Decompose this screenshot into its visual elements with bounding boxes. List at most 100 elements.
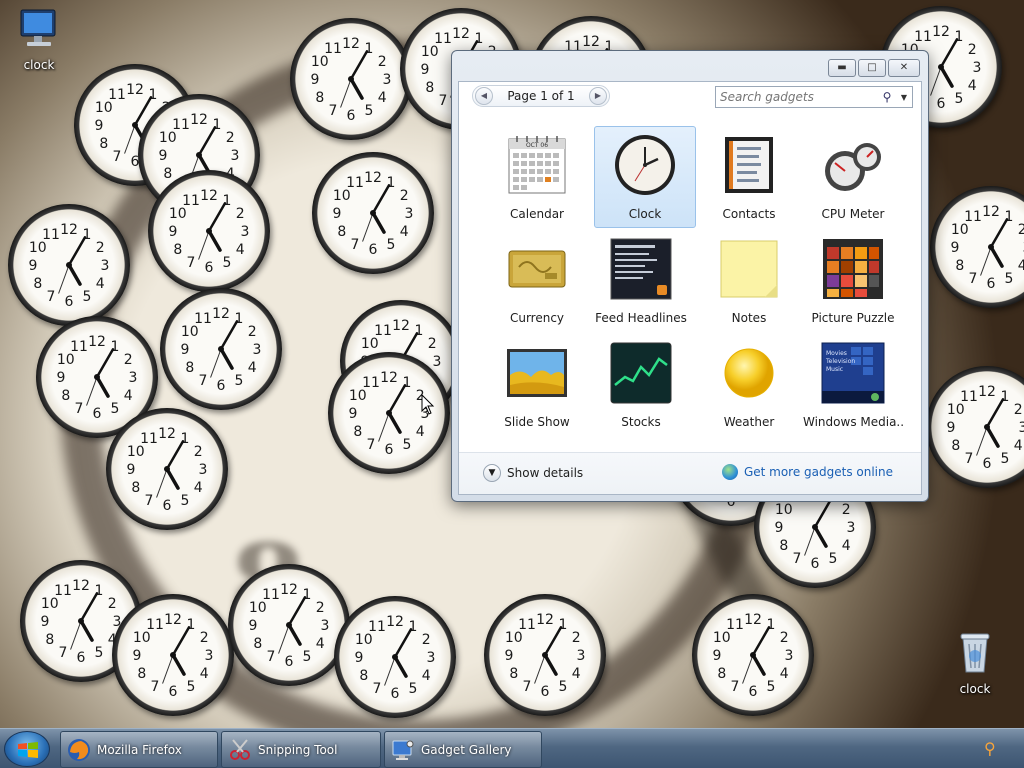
clock-numeral: 2: [400, 188, 409, 204]
clock-numeral: 6: [749, 684, 758, 700]
clock-numeral: 3: [241, 224, 250, 240]
clock-gadget[interactable]: 121234567891011: [8, 204, 130, 326]
start-button[interactable]: [4, 731, 50, 767]
clock-numeral: 12: [190, 112, 208, 128]
taskbar-item-firefox[interactable]: Mozilla Firefox: [60, 731, 218, 768]
clock-gadget[interactable]: 121234567891011: [692, 594, 814, 716]
desktop-icon-computer[interactable]: clock: [4, 8, 74, 72]
clock-gadget[interactable]: 121234567891011: [148, 170, 270, 292]
clock-hand: [95, 375, 110, 398]
clock-numeral: 8: [425, 80, 434, 96]
clock-numeral: 9: [41, 614, 50, 630]
gadget-tile-cpu-meter[interactable]: CPU Meter: [802, 126, 904, 228]
clock-face-icon: 121234567891011: [169, 188, 250, 276]
search-input[interactable]: [716, 90, 878, 104]
clock-gadget[interactable]: 121234567891011: [930, 186, 1024, 308]
clock-gadget[interactable]: 121234567891011: [312, 152, 434, 274]
clock-gadget[interactable]: 121234567891011: [106, 408, 228, 530]
snipping-tool-icon: [230, 738, 250, 760]
gadget-tile-currency[interactable]: Currency: [486, 230, 588, 332]
clock-hand: [393, 628, 413, 659]
clock-numeral: 8: [951, 438, 960, 454]
clock-numeral: 2: [422, 632, 431, 648]
desktop-icon-recycle-bin[interactable]: clock: [940, 630, 1010, 696]
gadget-gallery-icon: [392, 740, 414, 760]
tray-search-icon[interactable]: ⚲: [984, 739, 1004, 759]
clock-numeral: 7: [965, 451, 974, 467]
clock-numeral: 11: [374, 323, 392, 339]
clock-numeral: 6: [77, 650, 86, 666]
gadget-tile-picture-puzzle[interactable]: Picture Puzzle: [802, 230, 904, 332]
clock-numeral: 11: [960, 389, 978, 405]
taskbar: Mozilla Firefox Snipping Tool Gadget Gal…: [0, 728, 1024, 768]
search-box: ⚲ ▼: [715, 86, 913, 108]
chevron-down-icon[interactable]: ▼: [896, 93, 912, 102]
gadget-tile-calendar[interactable]: OCT 06 Calendar: [486, 126, 588, 228]
clock-numeral: 4: [194, 480, 203, 496]
taskbar-item-gadget-gallery[interactable]: Gadget Gallery: [384, 731, 542, 768]
gadget-label: Windows Media...: [803, 415, 903, 429]
clock-gadget[interactable]: 121234567891011: [290, 18, 412, 140]
clock-numeral: 2: [200, 630, 209, 646]
clock-gadget[interactable]: 121234567891011: [484, 594, 606, 716]
contacts-icon: [725, 137, 773, 193]
clock-numeral: 4: [124, 388, 133, 404]
gadget-tile-windows-media[interactable]: Movies Television Music Windows Media...: [802, 334, 904, 436]
clock-numeral: 5: [767, 679, 776, 695]
get-more-gadgets-link[interactable]: Get more gadgets online: [721, 464, 893, 480]
desktop-icon-label: clock: [959, 682, 991, 696]
clock-hand: [79, 592, 99, 623]
gadget-tile-slide-show[interactable]: Slide Show: [486, 334, 588, 436]
search-icon[interactable]: ⚲: [878, 90, 896, 104]
previous-page-button[interactable]: ◀: [475, 87, 493, 105]
firefox-icon: [68, 738, 90, 761]
gadget-label: Slide Show: [504, 415, 570, 429]
gadget-tile-weather[interactable]: Weather: [698, 334, 800, 436]
clock-numeral: 3: [199, 462, 208, 478]
next-page-button[interactable]: ▶: [589, 87, 607, 105]
clock-numeral: 6: [163, 498, 172, 514]
clock-gadget[interactable]: 121234567891011: [334, 596, 456, 718]
gadget-tile-notes[interactable]: Notes: [698, 230, 800, 332]
minimize-button[interactable]: ▬: [828, 59, 856, 77]
taskbar-item-label: Gadget Gallery: [421, 742, 512, 757]
windows-logo-icon: [18, 742, 38, 758]
clock-gadget[interactable]: 121234567891011: [160, 288, 282, 410]
clock-numeral: 9: [29, 258, 38, 274]
clock-center-pin: [94, 374, 100, 380]
gadget-gallery-window[interactable]: ▬ □ ✕ ◀ Page 1 of 1 ▶ ⚲ ▼ OCT 06: [451, 50, 929, 502]
maximize-button[interactable]: □: [858, 59, 886, 77]
clock-numeral: 2: [236, 206, 245, 222]
clock-numeral: 3: [427, 650, 436, 666]
clock-numeral: 4: [780, 666, 789, 682]
clock-numeral: 6: [987, 276, 996, 292]
clock-numeral: 9: [181, 342, 190, 358]
gadget-tile-clock[interactable]: Clock: [594, 126, 696, 228]
clock-gadget[interactable]: 121234567891011: [228, 564, 350, 686]
gallery-footer: ▼ Show details Get more gadgets online: [459, 452, 921, 494]
clock-numeral: 7: [59, 645, 68, 661]
gadget-tile-feed-headlines[interactable]: Feed Headlines: [590, 230, 692, 332]
clock-numeral: 5: [1001, 451, 1010, 467]
clock-center-pin: [286, 622, 292, 628]
clock-numeral: 6: [369, 242, 378, 258]
get-more-gadgets-label: Get more gadgets online: [743, 465, 893, 479]
clock-numeral: 9: [947, 420, 956, 436]
show-details-toggle[interactable]: ▼ Show details: [483, 464, 583, 482]
clock-hand: [371, 211, 386, 234]
clock-hand: [751, 626, 771, 657]
clock-numeral: 11: [964, 209, 982, 225]
clock-gadget[interactable]: 121234567891011: [926, 366, 1024, 488]
clock-hand: [985, 425, 1000, 448]
clock-numeral: 7: [267, 649, 276, 665]
clock-hand: [985, 398, 1005, 429]
clock-hand: [543, 653, 558, 676]
taskbar-item-snipping-tool[interactable]: Snipping Tool: [221, 731, 381, 768]
close-button[interactable]: ✕: [888, 59, 920, 77]
gadget-tile-stocks[interactable]: Stocks: [590, 334, 692, 436]
clock-gadget[interactable]: 121234567891011: [112, 594, 234, 716]
gadget-tile-contacts[interactable]: Contacts: [698, 126, 800, 228]
clock-center-pin: [164, 466, 170, 472]
clock-numeral: 9: [311, 72, 320, 88]
clock-hand: [207, 229, 222, 252]
